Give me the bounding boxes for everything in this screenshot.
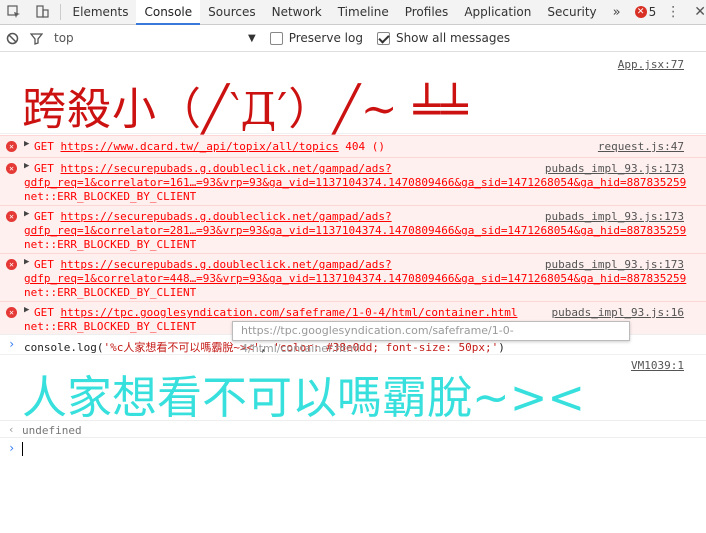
filter-icon[interactable]: [24, 32, 48, 45]
tab-network[interactable]: Network: [264, 0, 330, 25]
error-method: GET: [34, 140, 54, 153]
source-link[interactable]: pubads_impl_93.js:173: [545, 210, 684, 223]
show-all-messages-box[interactable]: [376, 31, 390, 45]
error-line: GET https://tpc.googlesyndication.com/sa…: [34, 306, 517, 319]
command-prefix: console.log(: [24, 341, 104, 354]
source-link[interactable]: pubads_impl_93.js:16: [552, 306, 684, 319]
error-icon: ✕: [6, 163, 17, 174]
styled-log-text: 人家想看不可以嗎霸脫~><: [22, 371, 586, 424]
error-reason: net::ERR_BLOCKED_BY_CLIENT: [24, 190, 197, 203]
expand-triangle-icon[interactable]: ▶: [24, 257, 29, 267]
console-input[interactable]: ›: [0, 439, 706, 459]
error-icon: ✕: [634, 6, 647, 18]
error-icon: ✕: [6, 211, 17, 222]
device-toolbar-icon[interactable]: [28, 0, 56, 25]
console-error-row: ✕ ▶ GET https://securepubads.g.doublecli…: [0, 253, 706, 301]
error-method: GET: [34, 162, 54, 175]
show-all-messages-label: Show all messages: [395, 31, 511, 45]
source-link[interactable]: pubads_impl_93.js:173: [545, 162, 684, 175]
console-error-row: ✕ ▶ GET https://securepubads.g.doublecli…: [0, 205, 706, 253]
clear-console-icon[interactable]: [0, 32, 24, 45]
source-link[interactable]: VM1039:1: [631, 359, 684, 372]
source-link[interactable]: request.js:47: [598, 140, 684, 153]
devtools-tabbar: Elements Console Sources Network Timelin…: [0, 0, 706, 25]
tab-console[interactable]: Console: [136, 0, 201, 25]
command-arg-1: '%c人家想看不可以嗎霸脫~><': [103, 341, 260, 354]
error-url[interactable]: https://securepubads.g.doubleclick.net/g…: [61, 258, 392, 271]
url-tooltip: https://tpc.googlesyndication.com/safefr…: [232, 321, 630, 355]
error-method: GET: [34, 258, 54, 271]
console-message-styled-red: App.jsx:77 跨殺小（╱‵Д′）╱~ ╧╧: [0, 53, 706, 135]
more-options-icon[interactable]: ⋮: [666, 4, 680, 20]
error-url[interactable]: https://www.dcard.tw/_api/topix/all/topi…: [61, 140, 339, 153]
result-arrow-icon: ‹: [8, 423, 15, 436]
error-count-badge[interactable]: ✕ 5: [634, 5, 657, 19]
tab-profiles[interactable]: Profiles: [397, 0, 457, 25]
input-prompt-icon: ›: [8, 441, 16, 455]
preserve-log-box[interactable]: [269, 31, 283, 45]
source-link[interactable]: pubads_impl_93.js:173: [545, 258, 684, 271]
input-prompt-icon: ›: [8, 337, 16, 351]
expand-triangle-icon[interactable]: ▶: [24, 209, 29, 219]
error-line: GET https://securepubads.g.doubleclick.n…: [34, 210, 392, 223]
error-icon: ✕: [6, 307, 17, 318]
error-url[interactable]: https://securepubads.g.doubleclick.net/g…: [61, 210, 392, 223]
inspect-element-icon[interactable]: [0, 0, 28, 25]
error-icon: ✕: [6, 259, 17, 270]
preserve-log-checkbox[interactable]: Preserve log: [269, 31, 363, 45]
error-reason: net::ERR_BLOCKED_BY_CLIENT: [24, 320, 197, 333]
expand-triangle-icon[interactable]: ▶: [24, 161, 29, 171]
console-result-row: ‹ undefined: [0, 420, 706, 438]
context-dropdown-icon[interactable]: ▼: [248, 33, 256, 44]
error-count: 5: [648, 5, 657, 19]
source-link[interactable]: App.jsx:77: [618, 58, 684, 71]
console-filterbar: top ▼ Preserve log Show all messages: [0, 25, 706, 52]
console-message-styled-cyan: VM1039:1 人家想看不可以嗎霸脫~><: [0, 354, 706, 424]
expand-triangle-icon[interactable]: ▶: [24, 305, 29, 315]
error-line: GET https://securepubads.g.doubleclick.n…: [34, 258, 392, 271]
context-selector[interactable]: top: [48, 31, 248, 45]
close-devtools-icon[interactable]: ✕: [694, 4, 706, 20]
preserve-log-label: Preserve log: [288, 31, 363, 45]
console-error-row: ✕ ▶ GET https://www.dcard.tw/_api/topix/…: [0, 135, 706, 157]
tab-security[interactable]: Security: [539, 0, 604, 25]
tab-application[interactable]: Application: [456, 0, 539, 25]
styled-log-text: 跨殺小（╱‵Д′）╱~ ╧╧: [22, 84, 469, 135]
error-url[interactable]: https://tpc.googlesyndication.com/safefr…: [61, 306, 518, 319]
error-line: GET https://www.dcard.tw/_api/topix/all/…: [34, 140, 385, 153]
error-method: GET: [34, 306, 54, 319]
error-url-continued[interactable]: gdfp_req=1&correlator=448…=93&vrp=93&ga_…: [24, 272, 686, 285]
tab-timeline[interactable]: Timeline: [330, 0, 397, 25]
error-reason: net::ERR_BLOCKED_BY_CLIENT: [24, 286, 197, 299]
text-caret: [22, 442, 23, 456]
error-icon: ✕: [6, 141, 17, 152]
toolbar-divider: [59, 4, 61, 20]
error-method: GET: [34, 210, 54, 223]
console-error-row: ✕ ▶ GET https://securepubads.g.doublecli…: [0, 157, 706, 205]
command-suffix: ): [498, 341, 505, 354]
tab-elements[interactable]: Elements: [65, 0, 137, 25]
show-all-messages-checkbox[interactable]: Show all messages: [376, 31, 511, 45]
more-tabs-button[interactable]: »: [605, 5, 631, 20]
error-status: 404 (): [345, 140, 386, 153]
error-url[interactable]: https://securepubads.g.doubleclick.net/g…: [61, 162, 392, 175]
result-value: undefined: [22, 424, 82, 437]
tab-sources[interactable]: Sources: [200, 0, 263, 25]
expand-triangle-icon[interactable]: ▶: [24, 139, 29, 149]
error-url-continued[interactable]: gdfp_req=1&correlator=281…=93&vrp=93&ga_…: [24, 224, 686, 237]
error-url-continued[interactable]: gdfp_req=1&correlator=161…=93&vrp=93&ga_…: [24, 176, 686, 189]
error-line: GET https://securepubads.g.doubleclick.n…: [34, 162, 392, 175]
error-reason: net::ERR_BLOCKED_BY_CLIENT: [24, 238, 197, 251]
